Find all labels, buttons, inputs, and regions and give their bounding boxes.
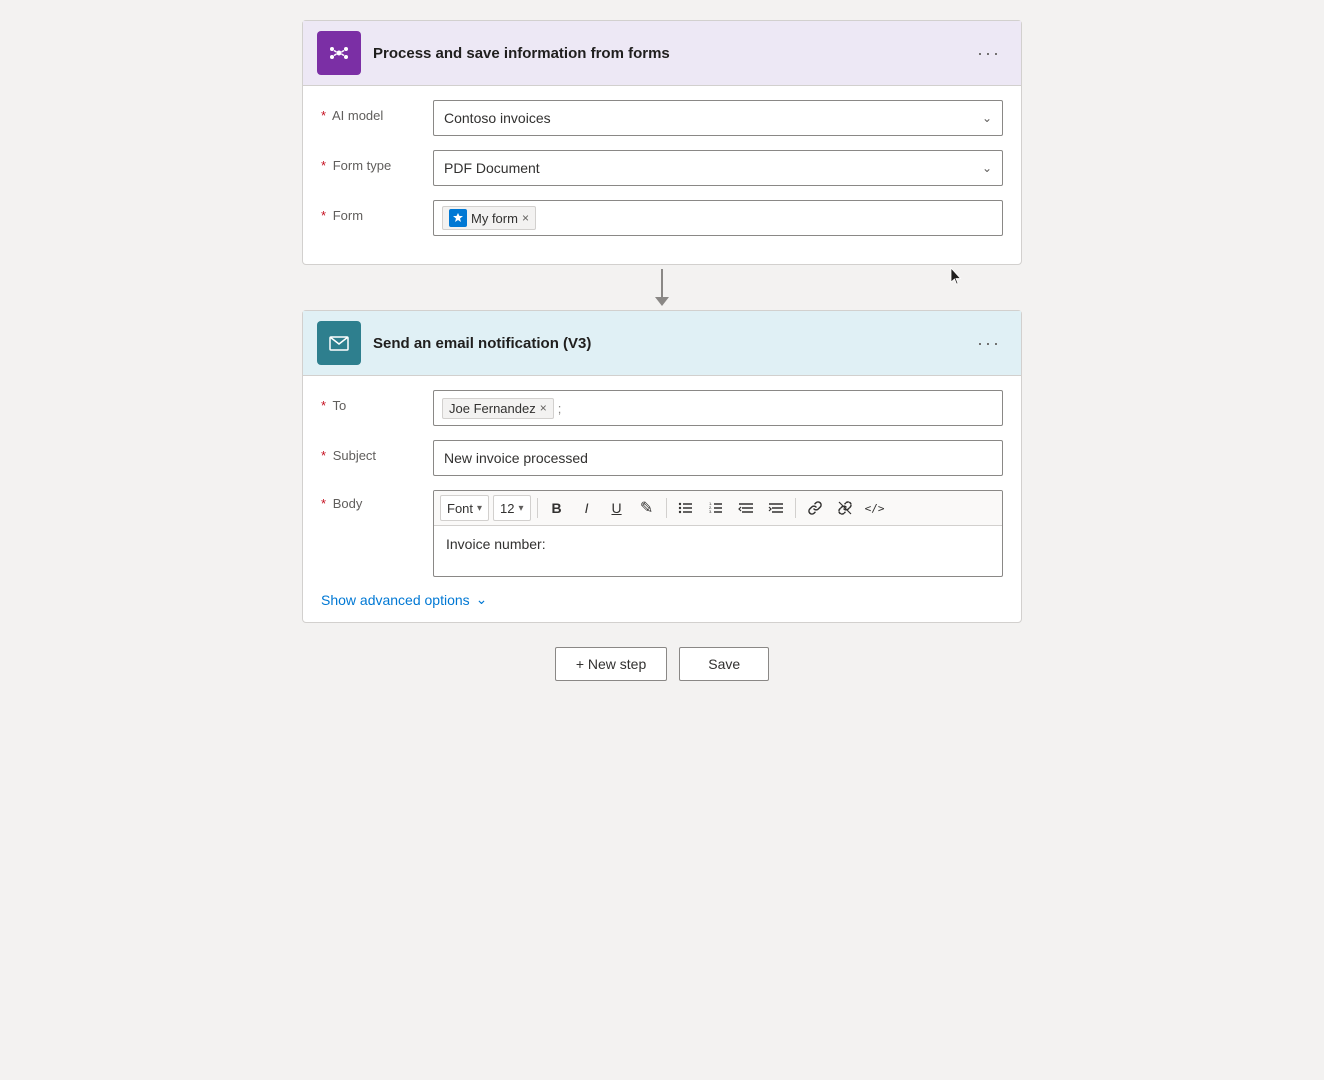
subject-required: * [321, 448, 326, 463]
body-label: * Body [321, 490, 421, 511]
link-icon [807, 500, 823, 516]
to-row: * To Joe Fernandez × ; [321, 390, 1003, 426]
subject-control[interactable]: New invoice processed [433, 440, 1003, 476]
card-email: Send an email notification (V3) ··· * To… [302, 310, 1022, 623]
body-required: * [321, 496, 326, 511]
ai-model-row: * AI model Contoso invoices ⌄ [321, 100, 1003, 136]
to-tag-input[interactable]: Joe Fernandez × ; [433, 390, 1003, 426]
connector-arrowhead [655, 297, 669, 306]
card2-header: Send an email notification (V3) ··· [303, 311, 1021, 376]
to-control[interactable]: Joe Fernandez × ; [433, 390, 1003, 426]
form-type-row: * Form type PDF Document ⌄ [321, 150, 1003, 186]
card2-more-button[interactable]: ··· [971, 331, 1007, 356]
editor-toolbar: Font ▾ 12 ▾ B I [434, 491, 1002, 526]
form-label: * Form [321, 200, 421, 223]
italic-button[interactable]: I [574, 495, 600, 521]
ai-model-control[interactable]: Contoso invoices ⌄ [433, 100, 1003, 136]
form-tag-text: My form [471, 211, 518, 226]
form-tag-input[interactable]: My form × [433, 200, 1003, 236]
body-control: Font ▾ 12 ▾ B I [433, 490, 1003, 577]
ai-model-label: * AI model [321, 100, 421, 123]
bullet-list-icon [678, 500, 694, 516]
link-button[interactable] [802, 495, 828, 521]
toolbar-separator-2 [666, 498, 667, 518]
ai-model-chevron: ⌄ [982, 111, 992, 125]
body-content[interactable]: Invoice number: [434, 526, 1002, 576]
font-size-select[interactable]: 12 ▾ [493, 495, 531, 521]
bottom-buttons: + New step Save [555, 647, 769, 681]
to-label: * To [321, 390, 421, 413]
connector-arrow [655, 269, 669, 306]
svg-text:3.: 3. [709, 509, 712, 514]
form-type-label: * Form type [321, 150, 421, 173]
unlink-icon [837, 500, 853, 516]
advanced-chevron-icon: ⌄ [476, 591, 488, 608]
card2-title: Send an email notification (V3) [373, 335, 959, 352]
to-semicolon: ; [558, 401, 562, 416]
form-type-chevron: ⌄ [982, 161, 992, 175]
ai-model-icon [327, 41, 351, 65]
highlight-button[interactable]: ✎ [634, 495, 660, 521]
decrease-indent-icon [738, 500, 754, 516]
subject-input[interactable]: New invoice processed [433, 440, 1003, 476]
decrease-indent-button[interactable] [733, 495, 759, 521]
form-icon-svg [452, 212, 464, 224]
form-type-control[interactable]: PDF Document ⌄ [433, 150, 1003, 186]
card1-body: * AI model Contoso invoices ⌄ * Form typ… [303, 86, 1021, 264]
body-editor: Font ▾ 12 ▾ B I [433, 490, 1003, 577]
advanced-options-link[interactable]: Show advanced options ⌄ [321, 591, 1003, 608]
font-chevron: ▾ [477, 503, 482, 514]
code-button[interactable]: </> [862, 495, 888, 521]
increase-indent-icon [768, 500, 784, 516]
subject-label: * Subject [321, 440, 421, 463]
connector-line [661, 269, 663, 297]
to-required: * [321, 398, 326, 413]
subject-row: * Subject New invoice processed [321, 440, 1003, 476]
bullet-list-button[interactable] [673, 495, 699, 521]
card2-icon [317, 321, 361, 365]
bold-button[interactable]: B [544, 495, 570, 521]
toolbar-separator-3 [795, 498, 796, 518]
form-control[interactable]: My form × [433, 200, 1003, 236]
email-icon [327, 331, 351, 355]
toolbar-separator-1 [537, 498, 538, 518]
unlink-button[interactable] [832, 495, 858, 521]
card1-title: Process and save information from forms [373, 45, 959, 62]
form-type-required: * [321, 158, 326, 173]
body-text: Invoice number: [446, 536, 546, 552]
new-step-button[interactable]: + New step [555, 647, 667, 681]
form-required: * [321, 208, 326, 223]
form-row: * Form My form × [321, 200, 1003, 236]
card1-more-button[interactable]: ··· [971, 41, 1007, 66]
advanced-options-label: Show advanced options [321, 592, 470, 608]
ai-model-required: * [321, 108, 326, 123]
size-chevron: ▾ [519, 503, 524, 514]
card2-body: * To Joe Fernandez × ; * [303, 376, 1021, 622]
to-tag-text: Joe Fernandez [449, 401, 536, 416]
save-button[interactable]: Save [679, 647, 769, 681]
increase-indent-button[interactable] [763, 495, 789, 521]
underline-button[interactable]: U [604, 495, 630, 521]
body-row: * Body Font ▾ 12 [321, 490, 1003, 577]
font-select[interactable]: Font ▾ [440, 495, 489, 521]
form-type-select[interactable]: PDF Document ⌄ [433, 150, 1003, 186]
card-process-forms: Process and save information from forms … [302, 20, 1022, 265]
ai-model-select[interactable]: Contoso invoices ⌄ [433, 100, 1003, 136]
form-tag: My form × [442, 206, 536, 230]
form-tag-close[interactable]: × [522, 211, 529, 225]
card1-icon [317, 31, 361, 75]
to-tag: Joe Fernandez × [442, 398, 554, 419]
to-tag-close[interactable]: × [540, 401, 547, 415]
numbered-list-button[interactable]: 1. 2. 3. [703, 495, 729, 521]
form-tag-icon [449, 209, 467, 227]
card1-header: Process and save information from forms … [303, 21, 1021, 86]
numbered-list-icon: 1. 2. 3. [708, 500, 724, 516]
